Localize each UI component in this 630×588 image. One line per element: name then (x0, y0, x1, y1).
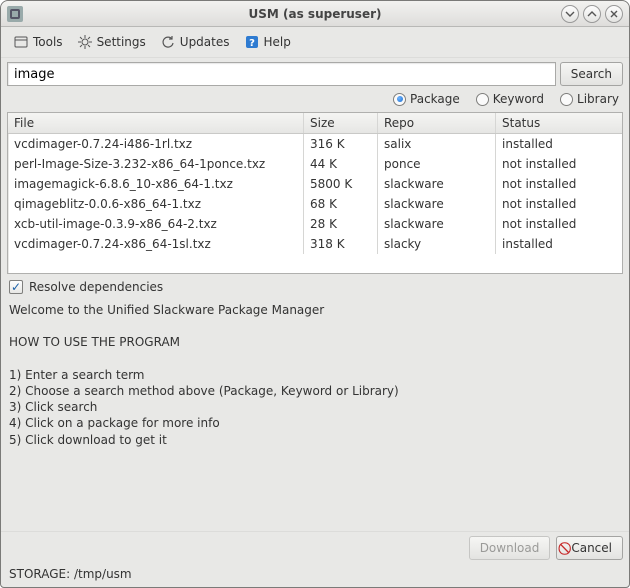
radio-keyword-label: Keyword (493, 92, 544, 106)
radio-package[interactable]: Package (393, 92, 460, 106)
cell-file: perl-Image-Size-3.232-x86_64-1ponce.txz (8, 154, 304, 174)
app-icon (7, 6, 23, 22)
cell-size: 318 K (304, 234, 378, 254)
cell-file: xcb-util-image-0.3.9-x86_64-2.txz (8, 214, 304, 234)
download-button-label: Download (480, 541, 540, 555)
gear-icon (77, 34, 93, 50)
radio-dot-icon (393, 93, 406, 106)
cell-repo: ponce (378, 154, 496, 174)
menu-settings-label: Settings (97, 35, 146, 49)
menubar: Tools Settings Updates ? Help (1, 27, 629, 58)
cell-file: vcdimager-0.7.24-i486-1rl.txz (8, 134, 304, 154)
search-row: Search (1, 58, 629, 90)
close-button[interactable] (605, 5, 623, 23)
radio-library[interactable]: Library (560, 92, 619, 106)
radio-keyword[interactable]: Keyword (476, 92, 544, 106)
cell-size: 316 K (304, 134, 378, 154)
menu-help-label: Help (264, 35, 291, 49)
cell-size: 68 K (304, 194, 378, 214)
cancel-button-label: Cancel (571, 541, 612, 555)
cell-file: imagemagick-6.8.6_10-x86_64-1.txz (8, 174, 304, 194)
radio-dot-icon (560, 93, 573, 106)
refresh-icon (160, 34, 176, 50)
cancel-button[interactable]: ⃠ Cancel (556, 536, 623, 560)
window-buttons (561, 5, 623, 23)
cell-repo: slackware (378, 194, 496, 214)
cell-size: 28 K (304, 214, 378, 234)
table-row[interactable]: imagemagick-6.8.6_10-x86_64-1.txz5800 Ks… (8, 174, 622, 194)
status-bar: STORAGE: /tmp/usm (1, 564, 629, 587)
cell-repo: slackware (378, 214, 496, 234)
cell-status: installed (496, 134, 622, 154)
cell-status: not installed (496, 154, 622, 174)
cell-repo: slacky (378, 234, 496, 254)
menu-updates-label: Updates (180, 35, 230, 49)
table-body: vcdimager-0.7.24-i486-1rl.txz316 Ksalixi… (8, 134, 622, 273)
minimize-button[interactable] (561, 5, 579, 23)
results-table: File Size Repo Status vcdimager-0.7.24-i… (7, 112, 623, 274)
info-panel: Welcome to the Unified Slackware Package… (7, 300, 623, 531)
th-size[interactable]: Size (304, 113, 378, 133)
search-input[interactable] (7, 62, 556, 86)
chevron-up-icon (587, 9, 597, 19)
cell-size: 5800 K (304, 174, 378, 194)
radio-package-label: Package (410, 92, 460, 106)
th-file[interactable]: File (8, 113, 304, 133)
menu-help[interactable]: ? Help (238, 31, 297, 53)
radio-dot-icon (476, 93, 489, 106)
menu-tools-label: Tools (33, 35, 63, 49)
table-row[interactable]: xcb-util-image-0.3.9-x86_64-2.txz28 Ksla… (8, 214, 622, 234)
cell-status: not installed (496, 174, 622, 194)
help-icon: ? (244, 34, 260, 50)
table-row[interactable]: qimageblitz-0.0.6-x86_64-1.txz68 Kslackw… (8, 194, 622, 214)
chevron-down-icon (565, 9, 575, 19)
menu-tools[interactable]: Tools (7, 31, 69, 53)
close-icon (609, 9, 619, 19)
cell-repo: salix (378, 134, 496, 154)
cell-status: installed (496, 234, 622, 254)
table-row[interactable]: vcdimager-0.7.24-i486-1rl.txz316 Ksalixi… (8, 134, 622, 154)
menu-updates[interactable]: Updates (154, 31, 236, 53)
cell-repo: slackware (378, 174, 496, 194)
resolve-deps-label: Resolve dependencies (29, 280, 163, 294)
footer: Download ⃠ Cancel (1, 531, 629, 564)
window: USM (as superuser) Tools Settings (0, 0, 630, 588)
window-title: USM (as superuser) (1, 7, 629, 21)
radio-library-label: Library (577, 92, 619, 106)
tools-icon (13, 34, 29, 50)
cell-file: qimageblitz-0.0.6-x86_64-1.txz (8, 194, 304, 214)
maximize-button[interactable] (583, 5, 601, 23)
menu-settings[interactable]: Settings (71, 31, 152, 53)
resolve-deps-row: Resolve dependencies (1, 274, 629, 300)
search-mode-radios: Package Keyword Library (1, 90, 629, 112)
cell-size: 44 K (304, 154, 378, 174)
download-button[interactable]: Download (469, 536, 551, 560)
th-repo[interactable]: Repo (378, 113, 496, 133)
table-header: File Size Repo Status (8, 113, 622, 134)
cell-status: not installed (496, 214, 622, 234)
cell-status: not installed (496, 194, 622, 214)
search-button[interactable]: Search (560, 62, 623, 86)
titlebar: USM (as superuser) (1, 1, 629, 27)
resolve-deps-checkbox[interactable] (9, 280, 23, 294)
table-row[interactable]: perl-Image-Size-3.232-x86_64-1ponce.txz4… (8, 154, 622, 174)
svg-text:?: ? (249, 38, 255, 49)
search-button-label: Search (571, 67, 612, 81)
table-row[interactable]: vcdimager-0.7.24-x86_64-1sl.txz318 Kslac… (8, 234, 622, 254)
th-status[interactable]: Status (496, 113, 622, 133)
cell-file: vcdimager-0.7.24-x86_64-1sl.txz (8, 234, 304, 254)
